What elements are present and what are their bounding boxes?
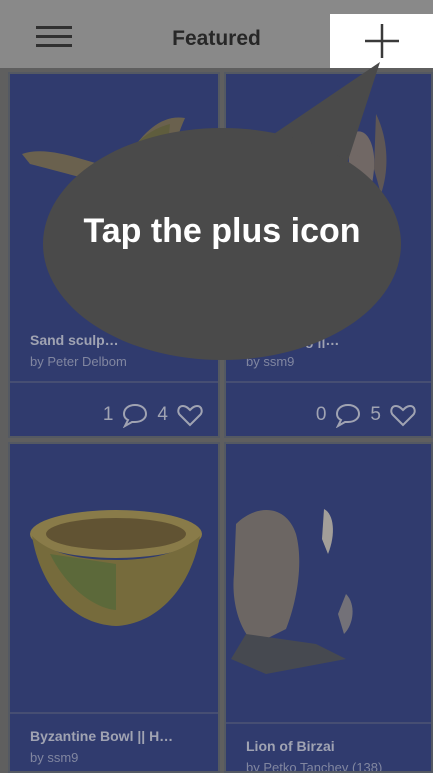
model-card-3[interactable]: Byzantine Bowl || H… by ssm9 xyxy=(8,442,220,773)
tooltip-text: Tap the plus icon xyxy=(83,212,361,250)
comment-count: 1 xyxy=(102,404,114,425)
card-divider xyxy=(226,722,431,724)
model-card-4[interactable]: Lion of Birzai by Petko Tanchev (138) xyxy=(224,442,433,773)
comment-count: 0 xyxy=(315,404,327,425)
card-divider xyxy=(10,381,218,383)
heart-icon[interactable] xyxy=(389,402,417,428)
model-author: by ssm9 xyxy=(30,750,79,765)
add-button[interactable] xyxy=(330,14,433,68)
model-name: Byzantine Bowl || H… xyxy=(30,728,174,744)
model-author: by Peter Delbom xyxy=(30,354,127,369)
like-count: 5 xyxy=(370,404,381,425)
model-thumbnail xyxy=(231,509,353,674)
card-stats: 0 5 xyxy=(316,402,417,428)
model-thumbnail xyxy=(30,510,202,626)
heart-icon[interactable] xyxy=(176,402,204,428)
card-divider xyxy=(226,381,431,383)
card-stats: 1 4 xyxy=(103,402,204,428)
plus-icon xyxy=(365,24,399,58)
card-divider xyxy=(10,712,218,714)
model-name: Lion of Birzai xyxy=(246,738,335,754)
model-author: by Petko Tanchev (138) xyxy=(246,760,383,773)
like-count: 4 xyxy=(157,404,168,425)
comment-icon[interactable] xyxy=(121,402,149,428)
comment-icon[interactable] xyxy=(334,402,362,428)
